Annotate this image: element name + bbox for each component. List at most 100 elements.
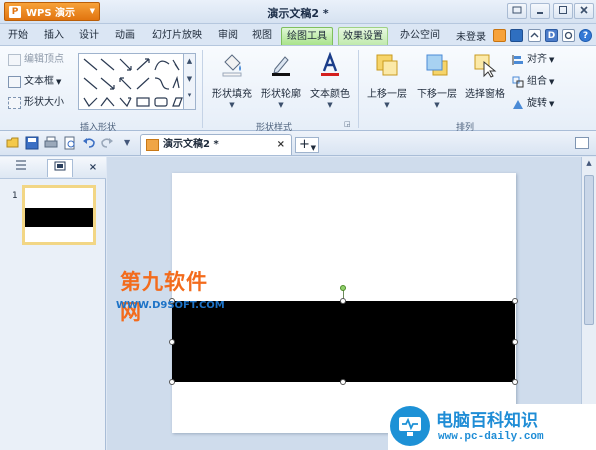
shape-size-icon bbox=[8, 97, 21, 109]
chevron-down-icon: ▼ bbox=[310, 144, 316, 152]
tab-animation[interactable]: 动画 bbox=[111, 27, 139, 45]
align-button[interactable]: 对齐 ▼ bbox=[512, 51, 554, 69]
restore-ribbon-button[interactable] bbox=[507, 3, 527, 19]
group-objects-button[interactable]: 组合 ▼ bbox=[512, 73, 554, 91]
maximize-icon bbox=[559, 6, 567, 14]
close-tab-button[interactable]: × bbox=[277, 135, 285, 155]
bring-forward-label: 上移一层 bbox=[367, 89, 407, 100]
resize-handle-bottom-right[interactable] bbox=[512, 379, 518, 385]
undo-icon[interactable] bbox=[82, 136, 96, 150]
wps-presentation-window: P WPS 演示 ▼ 演示文稿2 * 开始 插入 设计 动画 幻灯片放映 审阅 … bbox=[0, 0, 596, 450]
shape-gallery[interactable] bbox=[78, 53, 184, 110]
tab-home[interactable]: 开始 bbox=[4, 27, 32, 45]
rotate-label: 旋转 bbox=[527, 98, 547, 109]
shape-fill-button[interactable]: 形状填充 ▼ bbox=[210, 52, 254, 109]
help-document-icon[interactable] bbox=[510, 29, 523, 42]
send-backward-icon bbox=[426, 54, 448, 76]
maximize-button[interactable] bbox=[553, 3, 573, 19]
slide-number: 1 bbox=[12, 191, 18, 201]
tab-office-space[interactable]: 办公空间 bbox=[394, 27, 446, 45]
outline-tab[interactable] bbox=[8, 159, 34, 177]
panel-tabs: × bbox=[0, 157, 106, 179]
print-icon[interactable] bbox=[44, 136, 58, 150]
close-window-button[interactable] bbox=[574, 3, 594, 19]
text-box-icon bbox=[8, 76, 21, 88]
selection-pane-icon bbox=[474, 54, 497, 78]
chevron-up-icon: ▲ bbox=[186, 57, 193, 65]
skin-icon[interactable] bbox=[493, 29, 506, 42]
window-layout-icon[interactable] bbox=[575, 137, 589, 149]
settings-icon[interactable] bbox=[562, 29, 575, 42]
tab-effects[interactable]: 效果设置 bbox=[338, 27, 388, 45]
docer-icon[interactable]: D bbox=[545, 29, 558, 42]
login-status[interactable]: 未登录 bbox=[456, 28, 486, 43]
align-label: 对齐 bbox=[527, 54, 547, 65]
shape-gallery-scroll[interactable]: ▲ ▼ ▾ bbox=[184, 53, 196, 110]
dialog-launcher-icon[interactable]: ◲ bbox=[344, 120, 351, 128]
send-backward-button[interactable]: 下移一层 ▼ bbox=[414, 52, 460, 109]
selection-pane-button[interactable]: 选择窗格 bbox=[462, 52, 508, 100]
ribbon-collapse-icon[interactable] bbox=[528, 29, 541, 42]
chevron-down-icon: ▼ bbox=[549, 78, 555, 86]
tab-insert[interactable]: 插入 bbox=[40, 27, 68, 45]
group-objects-label: 组合 bbox=[527, 76, 547, 87]
paint-bucket-icon bbox=[222, 54, 242, 77]
resize-handle-bottom[interactable] bbox=[340, 379, 346, 385]
minimize-button[interactable] bbox=[530, 3, 550, 19]
resize-handle-right[interactable] bbox=[512, 339, 518, 345]
rotate-button[interactable]: 旋转 ▼ bbox=[512, 95, 554, 113]
resize-handle-left[interactable] bbox=[169, 339, 175, 345]
tab-view[interactable]: 视图 bbox=[248, 27, 276, 45]
resize-handle-top-right[interactable] bbox=[512, 298, 518, 304]
customize-toolbar-icon[interactable]: ▼ bbox=[124, 138, 130, 147]
resize-handle-top[interactable] bbox=[340, 298, 346, 304]
watermark-pc-daily-name: 电脑百科知识 bbox=[436, 411, 538, 431]
tab-slideshow[interactable]: 幻灯片放映 bbox=[147, 27, 207, 45]
edit-points-icon bbox=[8, 54, 21, 66]
document-tab[interactable]: 演示文稿2 * × bbox=[140, 134, 292, 155]
chevron-down-icon: ▼ bbox=[327, 101, 333, 109]
slide-thumbnail[interactable] bbox=[22, 185, 96, 245]
document-tab-label: 演示文稿2 * bbox=[163, 139, 219, 150]
presentation-file-icon bbox=[146, 139, 159, 151]
chevron-down-icon: ▼ bbox=[229, 101, 235, 109]
tab-review[interactable]: 审阅 bbox=[214, 27, 242, 45]
save-icon[interactable] bbox=[25, 136, 39, 150]
chevron-down-icon: ▼ bbox=[549, 100, 555, 108]
thumbnail-black-bar bbox=[25, 208, 93, 227]
quick-access-toolbar: ▼ 演示文稿2 * × + ▼ bbox=[0, 131, 596, 156]
new-tab-button[interactable]: + ▼ bbox=[295, 137, 319, 153]
bring-forward-icon bbox=[376, 54, 398, 76]
text-color-button[interactable]: 文本颜色 ▼ bbox=[308, 51, 352, 109]
selection-pane-label: 选择窗格 bbox=[465, 89, 505, 100]
bring-forward-button[interactable]: 上移一层 ▼ bbox=[364, 52, 410, 109]
outline-icon bbox=[16, 160, 26, 170]
shape-size-button[interactable]: 形状大小 bbox=[8, 95, 64, 111]
tab-design[interactable]: 设计 bbox=[75, 27, 103, 45]
scroll-thumb[interactable] bbox=[584, 175, 594, 325]
chevron-down-icon: ▼ bbox=[186, 75, 193, 83]
ribbon-tabs: 开始 插入 设计 动画 幻灯片放映 审阅 视图 绘图工具 效果设置 办公空间 未… bbox=[0, 24, 596, 45]
tab-drawing-tools[interactable]: 绘图工具 bbox=[281, 27, 333, 45]
help-icon[interactable]: ? bbox=[579, 29, 592, 42]
rotation-handle[interactable] bbox=[340, 285, 346, 291]
scroll-up-icon[interactable]: ▲ bbox=[584, 159, 594, 171]
shape-fill-label: 形状填充 bbox=[212, 89, 252, 100]
align-icon bbox=[512, 54, 524, 66]
edit-points-button[interactable]: 编辑顶点 bbox=[8, 52, 64, 68]
slides-tab[interactable] bbox=[47, 159, 73, 177]
redo-icon[interactable] bbox=[100, 136, 114, 150]
print-preview-icon[interactable] bbox=[63, 136, 77, 150]
shape-lines-icon bbox=[83, 58, 183, 108]
slides-panel: × 1 bbox=[0, 157, 106, 450]
minimize-icon bbox=[537, 12, 543, 14]
shape-outline-button[interactable]: 形状轮廓 ▼ bbox=[258, 52, 304, 109]
open-folder-icon[interactable] bbox=[6, 136, 20, 150]
chevron-down-icon: ▼ bbox=[384, 101, 390, 109]
rotate-icon bbox=[512, 98, 524, 110]
close-panel-button[interactable]: × bbox=[80, 159, 106, 177]
close-icon bbox=[580, 6, 588, 14]
text-box-button[interactable]: 文本框 ▼ bbox=[8, 74, 61, 90]
resize-handle-bottom-left[interactable] bbox=[169, 379, 175, 385]
watermark-d9soft: 第九软件网 WWW.D9SOFT.COM bbox=[114, 244, 225, 324]
